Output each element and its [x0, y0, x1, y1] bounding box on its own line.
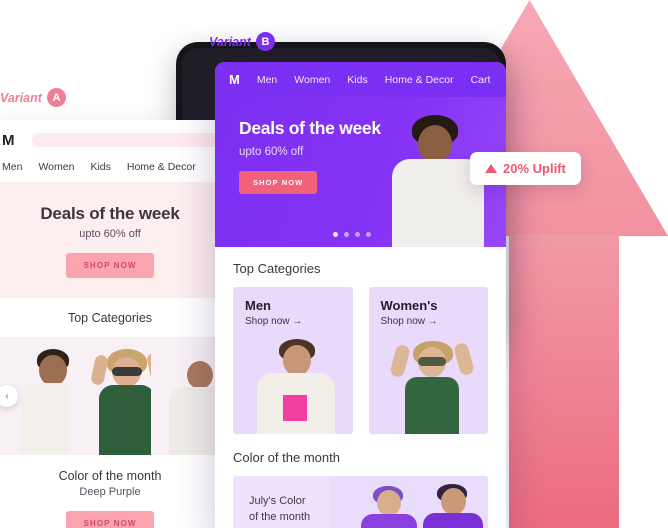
variant-a-nav-links: Men Women Kids Home & Decor — [2, 161, 218, 173]
variant-b-nav-item-kids[interactable]: Kids — [347, 74, 367, 86]
hero-carousel-dots[interactable] — [333, 232, 371, 237]
variant-b-label: Variant B — [209, 32, 275, 51]
variant-b-categories-title: Top Categories — [233, 261, 321, 276]
variant-a-category-carousel[interactable]: ‹ — [0, 337, 232, 455]
variant-b-nav-item-men[interactable]: Men — [257, 74, 277, 86]
variant-a-mockup[interactable]: M Men Women Kids Home & Decor Deals of t… — [0, 120, 232, 528]
carousel-dot[interactable] — [355, 232, 360, 237]
category-model-photo — [253, 339, 339, 434]
carousel-dot[interactable] — [344, 232, 349, 237]
variant-b-shop-now-button[interactable]: SHOP NOW — [239, 171, 318, 194]
variant-a-search-input[interactable] — [32, 133, 222, 147]
model-photo — [17, 347, 70, 455]
category-card-title: Women's — [380, 298, 438, 313]
variant-b-mockup[interactable]: M Men Women Kids Home & Decor Cart Deals… — [215, 62, 506, 528]
variant-a-label: Variant A — [0, 88, 66, 107]
variant-b-color-card[interactable]: July's Color of the month — [233, 476, 488, 528]
variant-a-nav-item-men[interactable]: Men — [2, 161, 22, 173]
variant-b-nav-item-women[interactable]: Women — [294, 74, 330, 86]
variant-a-hero-subtitle: upto 60% off — [79, 228, 141, 240]
variant-b-navbar: M Men Women Kids Home & Decor Cart — [215, 62, 506, 97]
carousel-dot[interactable] — [333, 232, 338, 237]
category-card-link[interactable]: Shop now → — [245, 316, 353, 327]
variant-b-hero: Deals of the week upto 60% off SHOP NOW — [215, 97, 506, 247]
model-photo — [87, 345, 151, 455]
carousel-slide[interactable] — [69, 337, 151, 455]
color-card-line2: of the month — [249, 510, 311, 523]
variant-b-category-cards: Men Shop now → Women's Shop now → — [233, 287, 488, 434]
color-card-line1: July's Color — [249, 495, 306, 507]
variant-a-nav-item-kids[interactable]: Kids — [90, 161, 110, 173]
variant-a-label-text: Variant — [0, 90, 42, 105]
category-card-title: Men — [245, 298, 271, 313]
variant-b-color-title: Color of the month — [233, 450, 340, 465]
variant-b-label-text: Variant — [209, 34, 251, 49]
color-card-photo — [329, 476, 488, 528]
variant-b-nav-item-cart[interactable]: Cart — [471, 74, 491, 86]
variant-a-color-subtitle: Deep Purple — [79, 486, 141, 498]
uplift-value: 20% Uplift — [503, 161, 566, 176]
category-model-photo — [387, 339, 477, 434]
variant-a-hero: Deals of the week upto 60% off SHOP NOW — [0, 182, 232, 298]
variant-a-nav-item-women[interactable]: Women — [38, 161, 74, 173]
composition-root: M Men Women Kids Home & Decor Deals of t… — [0, 0, 668, 528]
variant-a-nav-item-home-decor[interactable]: Home & Decor — [127, 161, 196, 173]
color-card-text: July's Color of the month — [233, 476, 329, 528]
variant-b-badge: B — [255, 32, 275, 51]
category-card-men[interactable]: Men Shop now → — [233, 287, 353, 434]
category-card-womens[interactable]: Women's Shop now → — [368, 287, 489, 434]
variant-a-badge: A — [46, 88, 66, 107]
variant-a-color-title: Color of the month — [58, 469, 162, 483]
variant-b-nav-item-home-decor[interactable]: Home & Decor — [385, 74, 454, 86]
variant-b-logo[interactable]: M — [229, 72, 240, 87]
arrow-shaft-shape — [509, 234, 619, 528]
variant-b-content: Top Categories Men Shop now → Women's Sh… — [215, 247, 506, 528]
variant-a-hero-title: Deals of the week — [40, 204, 180, 223]
uplift-badge: 20% Uplift — [470, 152, 581, 185]
triangle-up-icon — [485, 164, 497, 173]
carousel-dot[interactable] — [366, 232, 371, 237]
variant-a-color-shop-now-button[interactable]: SHOP NOW — [66, 511, 154, 528]
category-card-link[interactable]: Shop now → — [381, 316, 489, 327]
variant-a-shop-now-button[interactable]: SHOP NOW — [66, 253, 154, 278]
variant-a-logo[interactable]: M — [2, 132, 15, 149]
variant-a-navbar: M Men Women Kids Home & Decor — [0, 120, 232, 182]
variant-a-color-section: Color of the month Deep Purple SHOP NOW — [0, 455, 232, 528]
variant-a-categories-title: Top Categories — [0, 298, 232, 337]
